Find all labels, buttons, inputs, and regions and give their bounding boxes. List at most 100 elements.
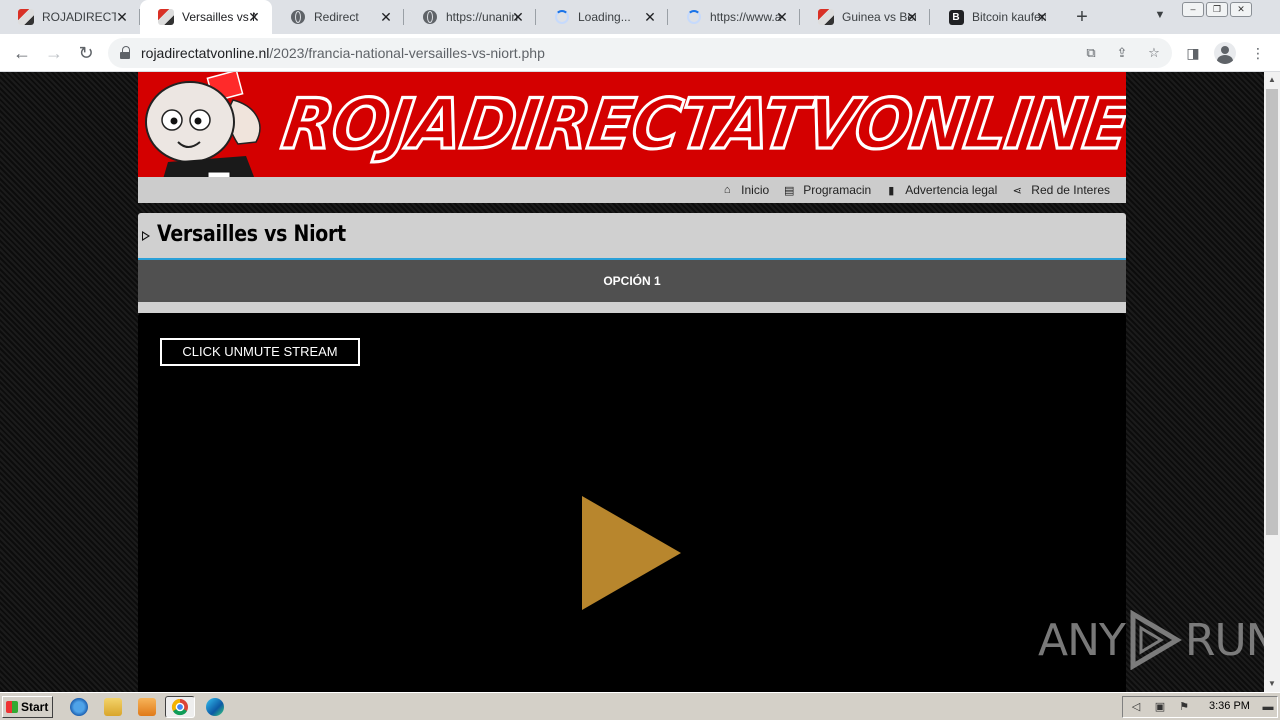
tab-unanin[interactable]: https://unanin ✕	[404, 0, 536, 34]
bitcoin-icon: B	[948, 9, 964, 25]
lock-icon[interactable]	[120, 46, 130, 59]
close-tab-icon[interactable]: ✕	[510, 9, 526, 25]
scroll-up-icon[interactable]: ▲	[1264, 72, 1280, 88]
site-favicon-icon	[158, 9, 174, 25]
start-button[interactable]: Start	[2, 696, 53, 718]
close-tab-icon[interactable]: ✕	[642, 9, 658, 25]
page-title: Versailles vs Niort	[157, 222, 346, 247]
page-scrollbar[interactable]: ▲ ▼	[1264, 72, 1280, 692]
tab-search-icon[interactable]: ▼	[1152, 9, 1168, 25]
play-icon[interactable]	[582, 496, 681, 610]
watermark-text-left: ANY	[1038, 614, 1126, 666]
share-icon[interactable]: ⇪	[1113, 44, 1131, 62]
volume-icon[interactable]: ◁	[1129, 700, 1143, 714]
scrollbar-thumb[interactable]	[1266, 89, 1278, 535]
close-tab-icon[interactable]: ✕	[904, 9, 920, 25]
url-path: /2023/francia-national-versailles-vs-nio…	[269, 45, 545, 61]
site-logo-text[interactable]: ROJADIRECTATVONLINE	[276, 83, 1126, 167]
close-tab-icon[interactable]: ✕	[114, 9, 130, 25]
clock: 3:36 PM	[1209, 700, 1250, 712]
nav-item-label: Programacin	[803, 183, 872, 197]
list-icon: ▤	[783, 184, 795, 197]
chrome-taskbar-icon[interactable]	[165, 696, 195, 718]
tab-title: Loading...	[578, 10, 631, 24]
url-domain: rojadirectatvonline.nl	[141, 45, 270, 61]
nav-item-label: Advertencia legal	[905, 183, 998, 197]
tab-option-1[interactable]: OPCIÓN 1	[138, 274, 1126, 288]
watermark-text-right: RUN	[1184, 614, 1264, 666]
flag-icon[interactable]: ⚑	[1177, 700, 1191, 714]
tab-versailles[interactable]: Versailles vs N ✕	[140, 0, 272, 34]
tab-strip: ROJADIRECTA ✕ Versailles vs N ✕ Redirect…	[0, 0, 1280, 34]
minimize-button[interactable]: –	[1182, 2, 1204, 17]
loading-spinner-icon	[554, 9, 570, 25]
browser-toolbar: ← → ↻ rojadirectatvonline.nl/2023/franci…	[0, 34, 1280, 72]
tab-title: https://unanin	[446, 10, 519, 24]
tab-redirect[interactable]: Redirect ✕	[272, 0, 404, 34]
share-icon: ⋖	[1012, 184, 1022, 197]
close-tab-icon[interactable]: ✕	[246, 9, 262, 25]
tab-loading[interactable]: Loading... ✕	[536, 0, 668, 34]
folder-icon[interactable]	[104, 698, 122, 716]
tab-title: https://www.a	[710, 10, 782, 24]
nav-item-label: Red de Interes	[1031, 183, 1110, 197]
video-player[interactable]: CLICK UNMUTE STREAM	[138, 313, 1126, 692]
site-favicon-icon	[18, 9, 34, 25]
edge-icon[interactable]	[206, 698, 224, 716]
option-tab-bar: OPCIÓN 1	[138, 260, 1126, 302]
nav-item-red-de-interes[interactable]: ⋖ Red de Interes	[1011, 183, 1110, 197]
site-favicon-icon	[818, 9, 834, 25]
nav-item-label: Inicio	[741, 183, 770, 197]
page-viewport: ROJADIRECTATVONLINE ⌂ Inicio ▤ Programac…	[0, 72, 1264, 692]
network-icon[interactable]: ▣	[1153, 700, 1167, 714]
triangle-bullet-icon	[142, 231, 150, 241]
menu-kebab-icon[interactable]: ⋮	[1248, 43, 1268, 63]
close-window-button[interactable]: ✕	[1230, 2, 1252, 17]
show-desktop-icon[interactable]: ▬	[1261, 700, 1275, 714]
tab-rojadirecta[interactable]: ROJADIRECTA ✕	[0, 0, 140, 34]
tab-title: Versailles vs N	[182, 10, 256, 24]
home-icon: ⌂	[723, 184, 731, 196]
tab-www[interactable]: https://www.a ✕	[668, 0, 800, 34]
site-nav: ⌂ Inicio ▤ Programacin ▮ Advertencia leg…	[138, 177, 1126, 203]
globe-icon	[422, 9, 438, 25]
tab-bitcoin[interactable]: B Bitcoin kaufen ✕	[930, 0, 1060, 34]
tab-guinea[interactable]: Guinea vs Ben ✕	[800, 0, 930, 34]
restore-button[interactable]: ❐	[1206, 2, 1228, 17]
nav-item-inicio[interactable]: ⌂ Inicio	[721, 183, 769, 197]
forward-arrow-icon[interactable]: →	[44, 43, 64, 63]
nav-item-advertencia[interactable]: ▮ Advertencia legal	[885, 183, 997, 197]
loading-spinner-icon	[686, 9, 702, 25]
window-controls: – ❐ ✕	[1182, 2, 1252, 17]
back-arrow-icon[interactable]: ←	[12, 43, 32, 63]
watermark-play-icon	[1130, 610, 1182, 670]
close-tab-icon[interactable]: ✕	[378, 9, 394, 25]
mascot-logo-icon	[145, 72, 261, 177]
tab-title: Redirect	[314, 10, 359, 24]
globe-icon	[290, 9, 306, 25]
scroll-down-icon[interactable]: ▼	[1264, 676, 1280, 692]
tab-title: ROJADIRECTA	[42, 10, 116, 24]
blocked-popup-icon[interactable]: ⧉	[1082, 44, 1100, 62]
media-player-icon[interactable]	[138, 698, 156, 716]
system-tray: ◁ ▣ ⚑ 3:36 PM ▬	[1122, 696, 1278, 718]
bookmark-star-icon[interactable]: ☆	[1145, 44, 1163, 62]
close-tab-icon[interactable]: ✕	[1034, 9, 1050, 25]
book-icon: ▮	[888, 184, 895, 197]
url-text[interactable]: rojadirectatvonline.nl/2023/francia-nati…	[141, 45, 545, 61]
internet-explorer-icon[interactable]	[70, 698, 88, 716]
reload-icon[interactable]: ↻	[76, 43, 96, 63]
taskbar: Start ◁ ▣ ⚑ 3:36 PM ▬	[0, 692, 1280, 720]
site-banner[interactable]: ROJADIRECTATVONLINE	[138, 72, 1126, 177]
address-bar[interactable]: rojadirectatvonline.nl/2023/francia-nati…	[108, 38, 1172, 68]
unmute-stream-button[interactable]: CLICK UNMUTE STREAM	[160, 338, 360, 366]
site-header: ROJADIRECTATVONLINE ⌂ Inicio ▤ Programac…	[138, 72, 1126, 203]
new-tab-button[interactable]: +	[1072, 7, 1092, 27]
nav-item-programacion[interactable]: ▤ Programacin	[783, 183, 871, 197]
match-title-box: Versailles vs Niort	[138, 213, 1126, 260]
anyrun-watermark: ANY RUN	[1038, 608, 1264, 672]
side-panel-icon[interactable]: ◨	[1183, 43, 1203, 63]
profile-avatar-icon[interactable]	[1214, 42, 1236, 64]
close-tab-icon[interactable]: ✕	[774, 9, 790, 25]
divider	[138, 302, 1126, 313]
